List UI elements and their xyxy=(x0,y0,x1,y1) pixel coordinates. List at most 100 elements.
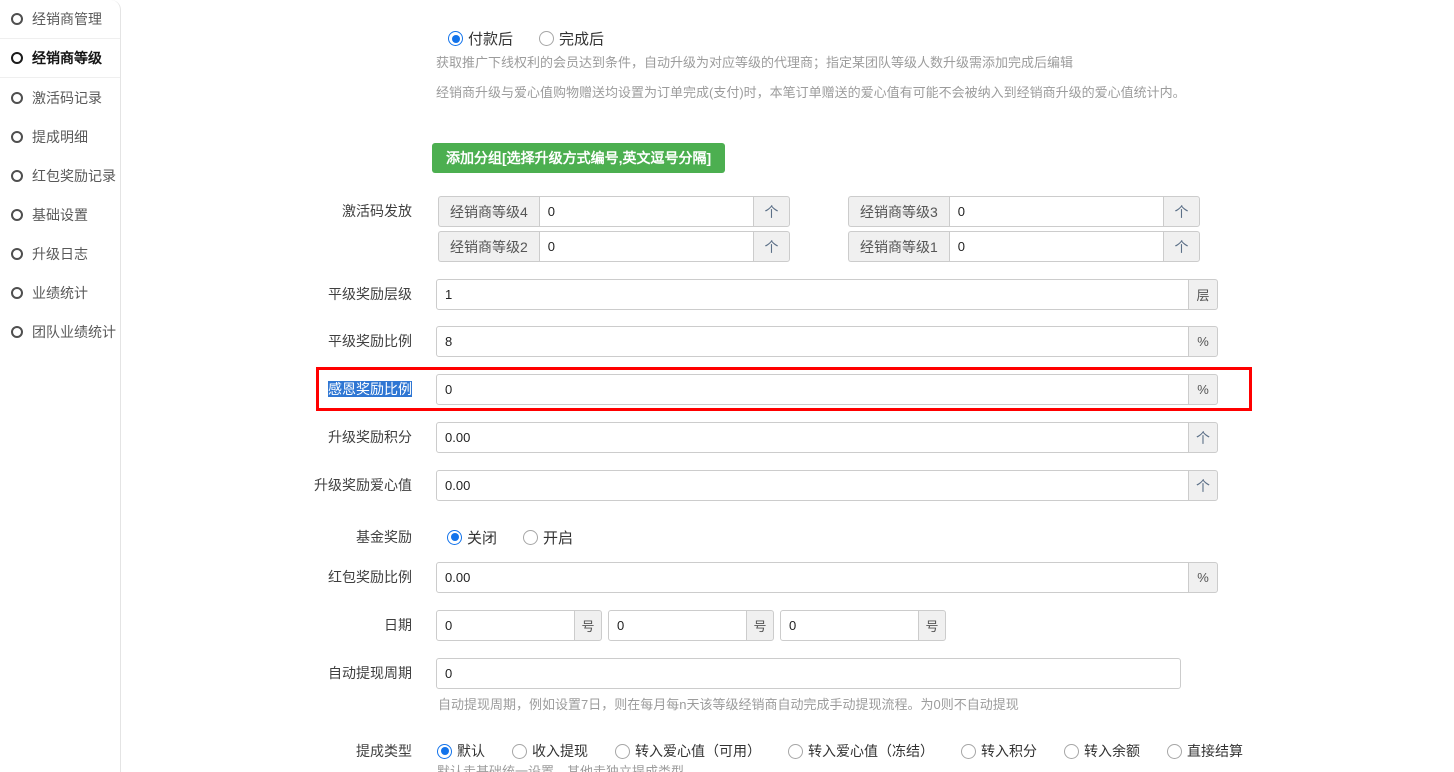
date-input-1[interactable] xyxy=(436,610,575,641)
selected-text-highlight: 感恩奖励比例 xyxy=(328,381,412,397)
upgrade-reward-points-group: 个 xyxy=(436,422,1218,453)
peer-reward-level-input[interactable] xyxy=(436,279,1189,310)
radio-option-to-balance[interactable]: 转入余额 xyxy=(1064,741,1140,761)
upgrade-reward-love-group: 个 xyxy=(436,470,1218,501)
peer-reward-level-label: 平级奖励层级 xyxy=(150,279,412,309)
radio-icon[interactable] xyxy=(615,744,630,759)
unit-piece-suffix: 个 xyxy=(1188,470,1218,501)
auto-withdraw-cycle-group xyxy=(436,658,1181,689)
sidebar-item-dealer-level[interactable]: 经销商等级 xyxy=(0,39,120,78)
sidebar-item-activation-code-records[interactable]: 激活码记录 xyxy=(0,78,120,117)
radio-option-open[interactable]: 开启 xyxy=(523,527,573,548)
radio-option-to-points[interactable]: 转入积分 xyxy=(961,741,1037,761)
sidebar-item-team-performance-stats[interactable]: 团队业绩统计 xyxy=(0,312,120,351)
radio-option-love-available[interactable]: 转入爱心值（可用） xyxy=(615,741,761,761)
upgrade-hint-1: 获取推广下线权利的会员达到条件，自动升级为对应等级的代理商；指定某团队等级人数升… xyxy=(436,52,1073,71)
activation-code-level4-input[interactable] xyxy=(539,196,754,227)
auto-withdraw-cycle-input[interactable] xyxy=(436,658,1181,689)
peer-reward-ratio-group: % xyxy=(436,326,1218,357)
radio-icon[interactable] xyxy=(437,744,452,759)
upgrade-reward-points-label: 升级奖励积分 xyxy=(150,422,412,452)
dealer-level-settings-page: 经销商管理 经销商等级 激活码记录 提成明细 红包奖励记录 基础设置 升级日志 xyxy=(0,0,1454,772)
date-label: 日期 xyxy=(150,610,412,640)
fund-reward-label: 基金奖励 xyxy=(150,522,412,552)
unit-layer-suffix: 层 xyxy=(1188,279,1218,310)
radio-label: 直接结算 xyxy=(1187,741,1243,761)
sidebar-item-basic-settings[interactable]: 基础设置 xyxy=(0,195,120,234)
sidebar-item-performance-stats[interactable]: 业绩统计 xyxy=(0,273,120,312)
radio-label: 收入提现 xyxy=(532,741,588,761)
date-group-1: 号 xyxy=(436,610,602,641)
radio-label: 开启 xyxy=(543,527,573,548)
unit-percent-suffix: % xyxy=(1188,326,1218,357)
unit-day-suffix: 号 xyxy=(574,610,602,641)
date-input-3[interactable] xyxy=(780,610,919,641)
radio-option-after-payment[interactable]: 付款后 xyxy=(448,28,513,49)
radio-label: 转入余额 xyxy=(1084,741,1140,761)
circle-icon xyxy=(11,326,23,338)
radio-option-default[interactable]: 默认 xyxy=(437,741,485,761)
activation-code-level2-group: 经销商等级2 个 xyxy=(438,231,790,262)
radio-icon[interactable] xyxy=(512,744,527,759)
radio-icon[interactable] xyxy=(539,31,554,46)
upgrade-hint-2: 经销商升级与爱心值购物赠送均设置为订单完成(支付)时，本笔订单赠送的爱心值有可能… xyxy=(436,82,1186,101)
peer-reward-ratio-input[interactable] xyxy=(436,326,1189,357)
sidebar-item-redpacket-reward-records[interactable]: 红包奖励记录 xyxy=(0,156,120,195)
upgrade-reward-love-input[interactable] xyxy=(436,470,1189,501)
sidebar-item-upgrade-log[interactable]: 升级日志 xyxy=(0,234,120,273)
commission-type-label: 提成类型 xyxy=(150,736,412,766)
activation-code-level1-input[interactable] xyxy=(949,231,1164,262)
radio-icon[interactable] xyxy=(447,530,462,545)
unit-percent-suffix: % xyxy=(1188,374,1218,405)
date-group-2: 号 xyxy=(608,610,774,641)
unit-piece-suffix: 个 xyxy=(753,196,790,227)
redpacket-reward-ratio-input[interactable] xyxy=(436,562,1189,593)
activation-code-level3-input[interactable] xyxy=(949,196,1164,227)
radio-icon[interactable] xyxy=(961,744,976,759)
gratitude-reward-ratio-label: 感恩奖励比例 xyxy=(150,374,412,404)
radio-option-love-frozen[interactable]: 转入爱心值（冻结） xyxy=(788,741,934,761)
activation-code-level2-input[interactable] xyxy=(539,231,754,262)
circle-icon xyxy=(11,13,23,25)
sidebar-item-label: 激活码记录 xyxy=(32,88,102,108)
circle-icon xyxy=(11,170,23,182)
peer-reward-level-group: 层 xyxy=(436,279,1218,310)
sidebar-item-label: 升级日志 xyxy=(32,244,88,264)
add-group-button[interactable]: 添加分组[选择升级方式编号,英文逗号分隔] xyxy=(432,143,725,173)
radio-option-closed[interactable]: 关闭 xyxy=(447,527,497,548)
radio-label: 关闭 xyxy=(467,527,497,548)
radio-icon[interactable] xyxy=(788,744,803,759)
radio-label: 默认 xyxy=(457,741,485,761)
radio-icon[interactable] xyxy=(1064,744,1079,759)
gratitude-reward-ratio-input[interactable] xyxy=(436,374,1189,405)
peer-reward-ratio-label: 平级奖励比例 xyxy=(150,326,412,356)
sidebar-item-dealer-management[interactable]: 经销商管理 xyxy=(0,0,120,39)
unit-piece-suffix: 个 xyxy=(753,231,790,262)
activation-code-level1-group: 经销商等级1 个 xyxy=(848,231,1200,262)
radio-label: 转入积分 xyxy=(981,741,1037,761)
circle-icon xyxy=(11,52,23,64)
radio-label: 付款后 xyxy=(468,28,513,49)
date-input-2[interactable] xyxy=(608,610,747,641)
level4-addon-label: 经销商等级4 xyxy=(438,196,539,227)
radio-option-after-completion[interactable]: 完成后 xyxy=(539,28,604,49)
radio-icon[interactable] xyxy=(448,31,463,46)
fund-reward-radio-group: 关闭 开启 xyxy=(447,522,573,552)
sidebar: 经销商管理 经销商等级 激活码记录 提成明细 红包奖励记录 基础设置 升级日志 xyxy=(0,0,121,772)
sidebar-item-commission-details[interactable]: 提成明细 xyxy=(0,117,120,156)
sidebar-item-label: 经销商等级 xyxy=(32,48,102,68)
radio-icon[interactable] xyxy=(523,530,538,545)
upgrade-timing-radio-group: 付款后 完成后 xyxy=(448,28,604,49)
unit-piece-suffix: 个 xyxy=(1163,231,1200,262)
sidebar-item-label: 基础设置 xyxy=(32,205,88,225)
radio-label: 转入爱心值（冻结） xyxy=(808,741,934,761)
activation-code-level3-group: 经销商等级3 个 xyxy=(848,196,1200,227)
radio-icon[interactable] xyxy=(1167,744,1182,759)
circle-icon xyxy=(11,92,23,104)
radio-label: 转入爱心值（可用） xyxy=(635,741,761,761)
unit-day-suffix: 号 xyxy=(918,610,946,641)
radio-option-direct-settlement[interactable]: 直接结算 xyxy=(1167,741,1243,761)
radio-option-income-withdraw[interactable]: 收入提现 xyxy=(512,741,588,761)
upgrade-reward-points-input[interactable] xyxy=(436,422,1189,453)
activation-codes-label: 激活码发放 xyxy=(150,196,412,226)
